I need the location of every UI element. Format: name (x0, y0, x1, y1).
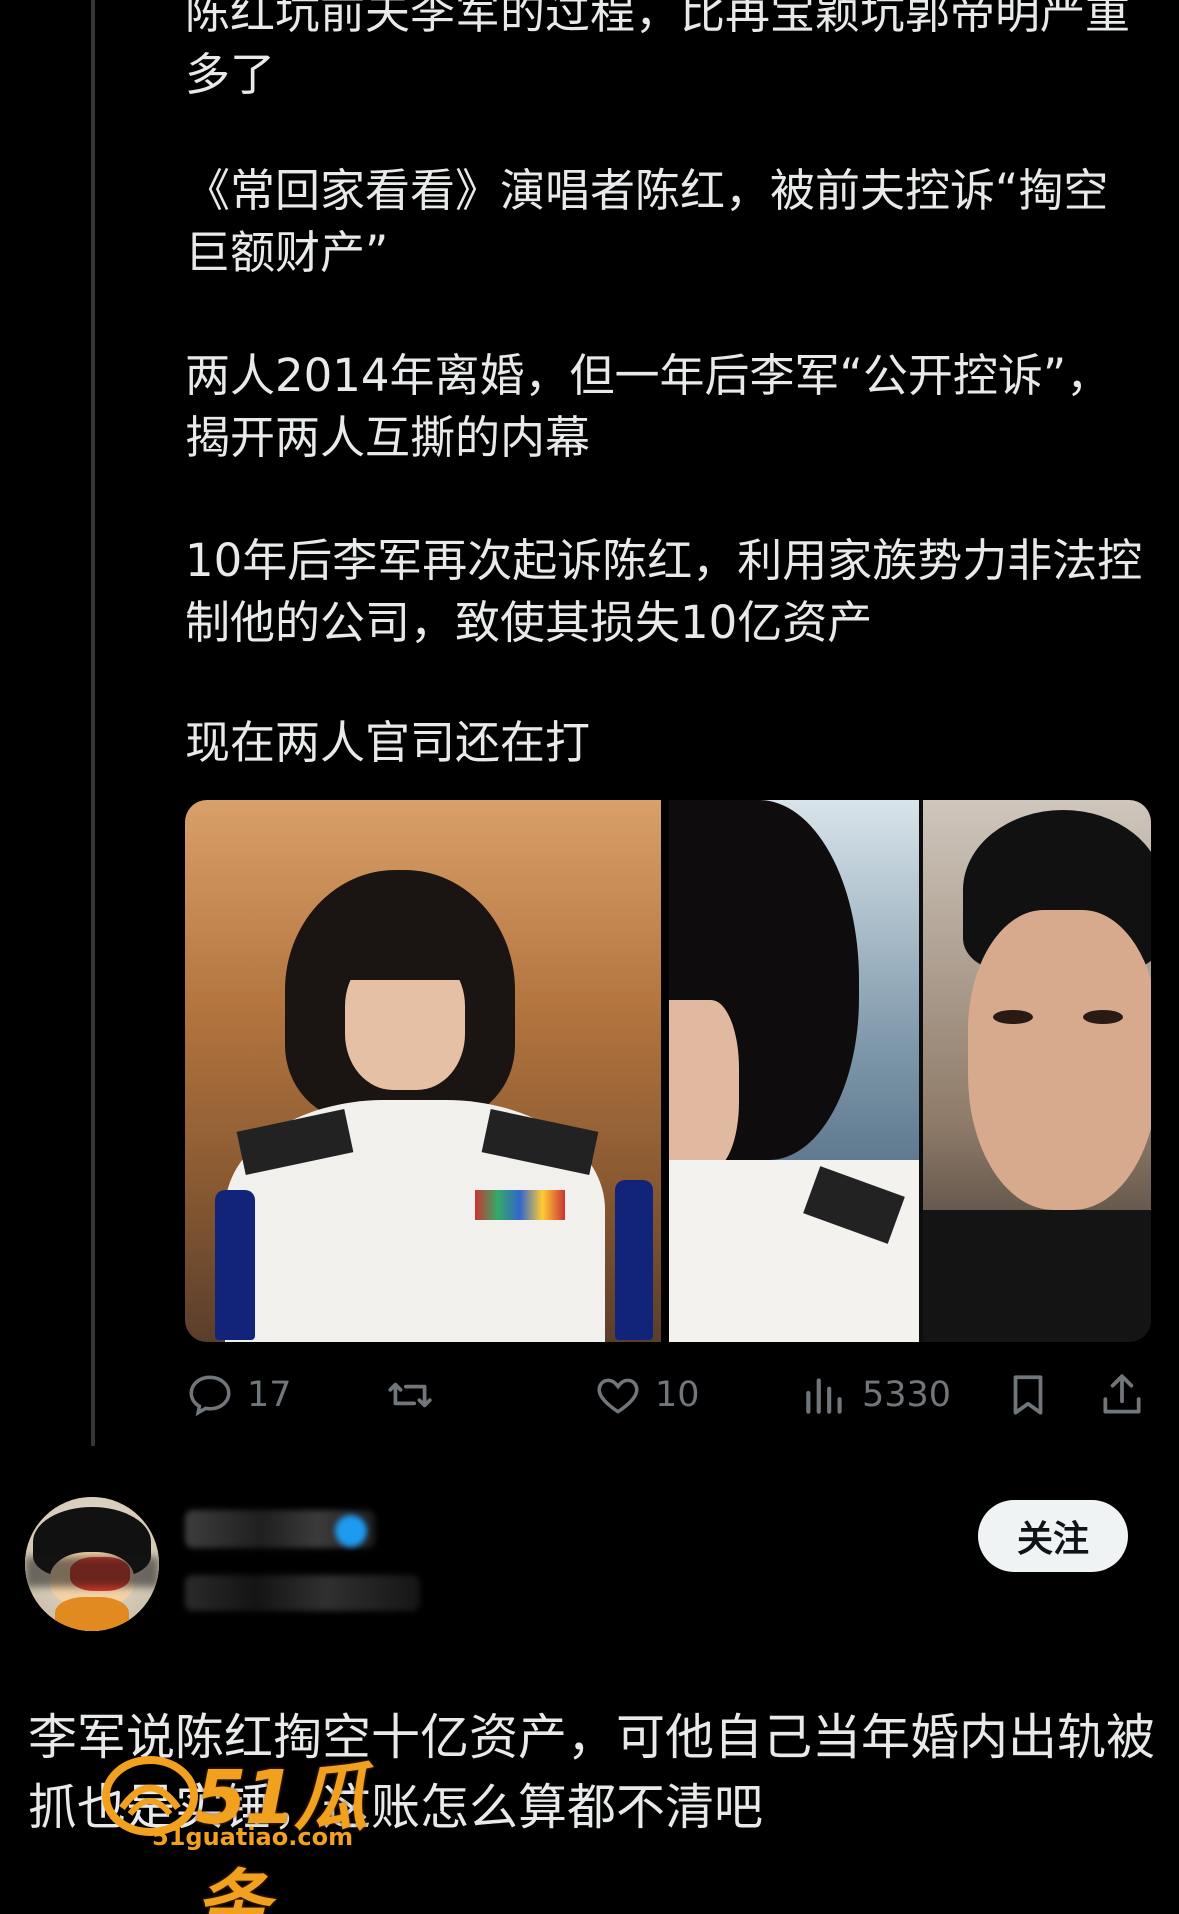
tweet-paragraph: 两人2014年离婚，但一年后李军“公开控诉”，揭开两人互撕的内幕 (185, 349, 1112, 464)
retweet-button[interactable] (385, 1365, 435, 1425)
thread-connector-line (91, 0, 95, 1446)
bar-chart-icon (806, 1378, 842, 1414)
media-photo-woman-closeup (669, 800, 919, 1342)
verified-badge-icon (335, 1515, 367, 1547)
user-handle-redacted[interactable] (185, 1575, 420, 1611)
media-photo-split[interactable] (669, 800, 1151, 1342)
tweet-paragraph: 《常回家看看》演唱者陈红，被前夫控诉“掏空巨额财产” (185, 164, 1109, 279)
bookmark-button[interactable] (1003, 1365, 1053, 1425)
media-photo-man-closeup (919, 800, 1151, 1342)
comment-bubble-icon (189, 1375, 231, 1417)
tweet-paragraph: 陈红坑前夫李军的过程，比再宝颖坑郭帝明严重多了 (185, 0, 1131, 101)
retweet-icon (388, 1382, 432, 1408)
like-count: 10 (655, 1375, 700, 1415)
views-button[interactable]: 5330 (800, 1365, 951, 1425)
media-photo-woman-uniform[interactable] (185, 800, 661, 1342)
heart-icon (597, 1378, 639, 1414)
bookmark-icon (1013, 1375, 1043, 1415)
reply-count: 17 (247, 1375, 292, 1415)
share-button[interactable] (1097, 1365, 1147, 1425)
tweet-media-grid (185, 800, 1151, 1342)
watermark-url: 51guatiao.com (152, 1823, 354, 1851)
tweet-action-bar: 17 10 5330 (185, 1365, 1151, 1425)
site-watermark: 51瓜条 51guatiao.com (100, 1738, 410, 1914)
view-count: 5330 (862, 1375, 952, 1415)
avatar[interactable] (25, 1497, 159, 1631)
tweet-paragraph: 现在两人官司还在打 (185, 716, 591, 769)
reply-button[interactable]: 17 (185, 1365, 292, 1425)
tweet-paragraph: 10年后李军再次起诉陈红，利用家族势力非法控制他的公司，致使其损失10亿资产 (185, 534, 1143, 649)
like-button[interactable]: 10 (593, 1365, 700, 1425)
follow-button[interactable]: 关注 (978, 1500, 1128, 1572)
share-icon (1103, 1374, 1141, 1414)
